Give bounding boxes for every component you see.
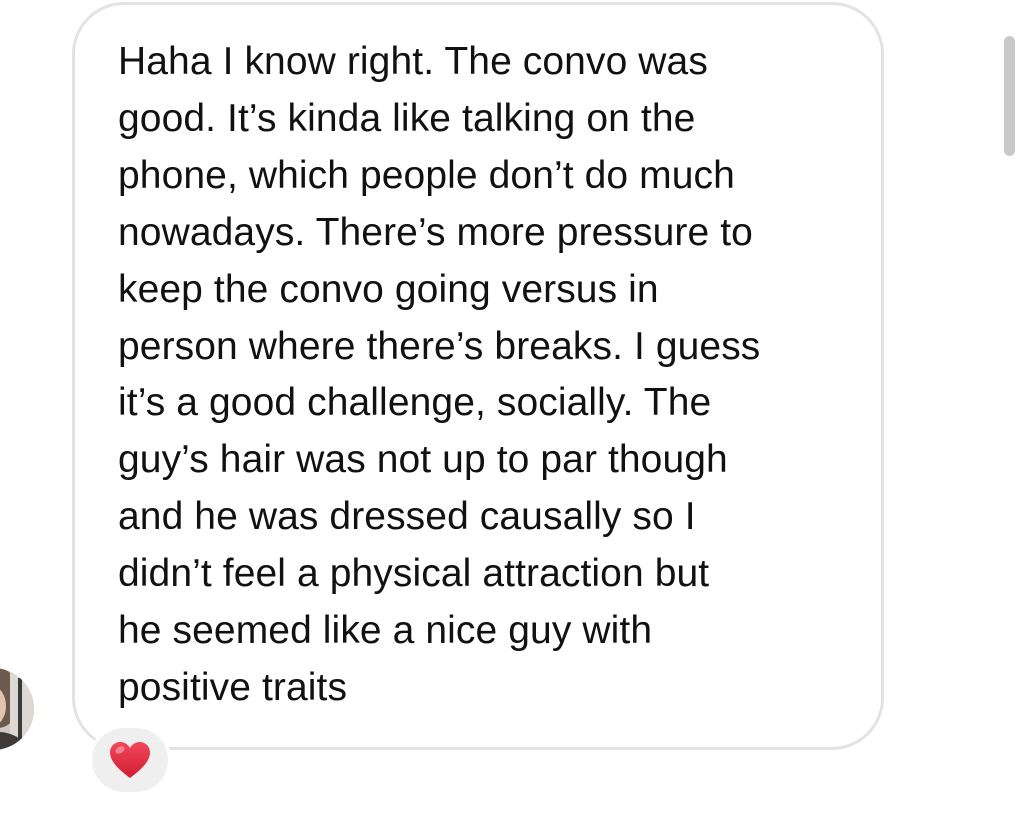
- chat-screen: Haha I know right. The convo was good. I…: [0, 0, 1024, 817]
- heart-reaction[interactable]: [89, 725, 171, 795]
- message-line: keep the convo going versus in: [118, 267, 659, 311]
- message-line: didn’t feel a physical attraction but: [118, 552, 710, 596]
- sender-avatar[interactable]: [0, 668, 34, 750]
- heart-icon: [110, 742, 150, 778]
- message-text: Haha I know right. The convo was good. I…: [118, 34, 838, 717]
- message-line: good. It’s kinda like talking on the: [118, 96, 696, 140]
- avatar-photo-icon: [0, 668, 34, 750]
- message-line: Haha I know right. The convo was: [118, 40, 708, 83]
- message-line: phone, which people don’t do much: [118, 153, 735, 197]
- message-line: guy’s hair was not up to par though: [118, 438, 728, 482]
- message-line: and he was dressed causally so I: [118, 495, 696, 539]
- message-line: nowadays. There’s more pressure to: [118, 210, 753, 254]
- message-line: it’s a good challenge, socially. The: [118, 381, 712, 425]
- scrollbar-thumb[interactable]: [1004, 36, 1015, 156]
- message-line: positive traits: [118, 665, 348, 709]
- message-line: he seemed like a nice guy with: [118, 609, 653, 653]
- message-line: person where there’s breaks. I guess: [118, 324, 761, 368]
